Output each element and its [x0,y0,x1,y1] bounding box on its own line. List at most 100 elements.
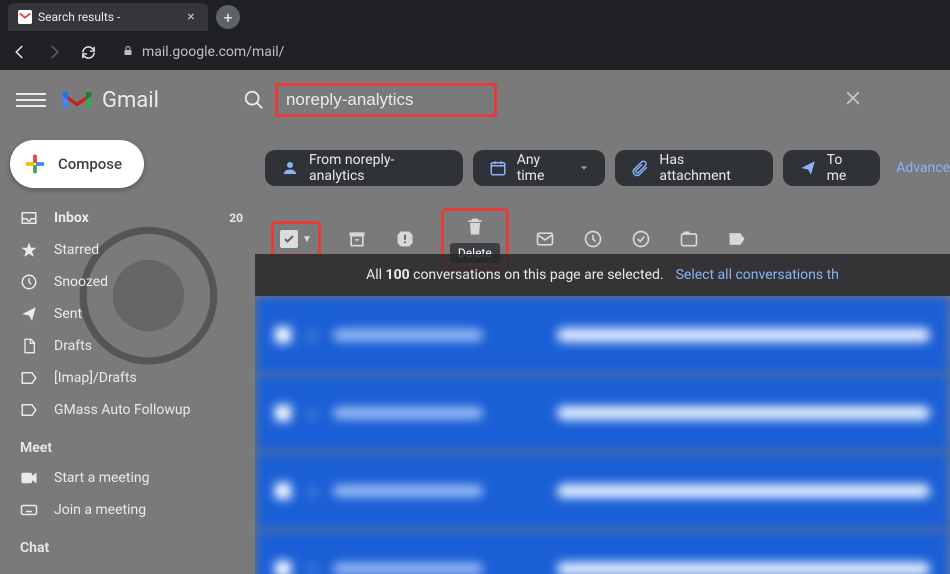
subject-text [557,562,930,574]
sidebar: Compose Inbox 20 Starred Snoozed Sent [0,130,255,562]
sidebar-item-drafts[interactable]: Drafts [10,330,255,362]
mark-unread-button[interactable] [533,227,557,251]
reload-button[interactable] [78,42,98,62]
row-checkbox[interactable] [275,483,291,499]
sidebar-item-gmass[interactable]: GMass Auto Followup [10,394,255,426]
subject-text [557,484,930,498]
keyboard-icon [20,504,38,516]
browser-tab-strip: Search results - × + [0,0,950,34]
move-to-button[interactable] [677,227,701,251]
url-box[interactable]: mail.google.com/mail/ [112,38,940,66]
sender-text [333,563,483,574]
star-icon[interactable]: ☆ [305,404,319,423]
start-meeting[interactable]: Start a meeting [10,462,255,494]
chip-tome[interactable]: To me [783,150,881,186]
gmail-app: Gmail Compose [0,70,950,574]
back-button[interactable] [10,42,30,62]
compose-label: Compose [58,155,122,173]
row-checkbox[interactable] [275,327,291,343]
forward-button[interactable] [44,42,64,62]
tab-title: Search results - [38,10,120,24]
clear-search-icon[interactable] [843,88,863,113]
advanced-search-link[interactable]: Advance [896,160,950,176]
compose-button[interactable]: Compose [10,140,144,188]
close-tab-icon[interactable]: × [184,10,198,24]
row-checkbox[interactable] [275,561,291,574]
address-bar: mail.google.com/mail/ [0,34,950,70]
meet-item-label: Join a meeting [54,502,146,518]
email-row[interactable]: ☆ [255,296,950,374]
meet-section-label: Meet [10,426,255,462]
email-row[interactable]: ☆ [255,452,950,530]
chevron-down-icon[interactable]: ▼ [302,234,312,245]
chip-label: From noreply-analytics [309,152,447,184]
sidebar-item-imap-drafts[interactable]: [Imap]/Drafts [10,362,255,394]
person-icon [281,159,299,177]
star-icon [20,241,38,259]
sidebar-label: Drafts [54,338,92,354]
search-input[interactable] [286,90,486,110]
search-chips: From noreply-analytics Any time Has atta… [265,150,950,186]
browser-tab[interactable]: Search results - × [8,3,208,31]
meet-item-label: Start a meeting [54,470,149,486]
sidebar-label: Inbox [54,210,89,226]
label-icon [20,369,38,387]
send-icon [20,305,38,323]
url-text: mail.google.com/mail/ [142,44,284,60]
add-to-tasks-button[interactable] [629,227,653,251]
file-icon [20,337,38,355]
clock-icon [20,273,38,291]
gmail-favicon [18,10,32,24]
gmail-logo-icon [60,87,94,113]
snooze-button[interactable] [581,227,605,251]
chip-anytime[interactable]: Any time [473,150,606,186]
chip-attachment[interactable]: Has attachment [615,150,772,186]
delete-button[interactable] [463,215,487,239]
sidebar-label: [Imap]/Drafts [54,370,137,386]
sidebar-item-starred[interactable]: Starred [10,234,255,266]
row-checkbox[interactable] [275,405,291,421]
gmail-header: Gmail [0,70,950,130]
sidebar-item-snoozed[interactable]: Snoozed [10,266,255,298]
lock-icon [122,45,134,60]
sender-text [333,485,483,497]
select-all-conversations-link[interactable]: Select all conversations th [676,267,839,283]
attachment-icon [631,159,649,177]
sender-text [333,407,483,419]
inbox-count: 20 [229,211,243,225]
join-meeting[interactable]: Join a meeting [10,494,255,526]
main-menu-button[interactable] [16,85,46,115]
chip-label: Has attachment [659,152,756,184]
chip-label: Any time [517,152,570,184]
label-icon [20,401,38,419]
calendar-icon [489,159,507,177]
new-tab-button[interactable]: + [216,5,240,29]
brand-text: Gmail [102,88,159,113]
gmail-brand[interactable]: Gmail [60,87,159,113]
report-spam-button[interactable] [393,227,417,251]
search-icon[interactable] [243,89,265,111]
sidebar-item-sent[interactable]: Sent [10,298,255,330]
sender-text [333,329,483,341]
archive-button[interactable] [345,227,369,251]
email-row[interactable]: ☆ [255,530,950,574]
star-icon[interactable]: ☆ [305,560,319,574]
star-icon[interactable]: ☆ [305,326,319,345]
inbox-icon [20,209,38,227]
video-icon [20,471,38,485]
chip-label: To me [827,152,865,184]
banner-text: All 100 conversations on this page are s… [366,267,664,283]
sidebar-nav: Inbox 20 Starred Snoozed Sent Drafts [10,202,255,426]
plus-icon [24,153,46,175]
subject-text [557,406,930,420]
sidebar-label: Snoozed [54,274,108,290]
labels-button[interactable] [725,227,749,251]
sidebar-item-inbox[interactable]: Inbox 20 [10,202,255,234]
star-icon[interactable]: ☆ [305,482,319,501]
chip-from[interactable]: From noreply-analytics [265,150,463,186]
select-all-checkbox[interactable]: ▼ [271,221,321,257]
search-bar [243,83,863,117]
email-list: ☆ ☆ ☆ ☆ ☆ [255,296,950,574]
sidebar-label: Sent [54,306,82,322]
email-row[interactable]: ☆ [255,374,950,452]
